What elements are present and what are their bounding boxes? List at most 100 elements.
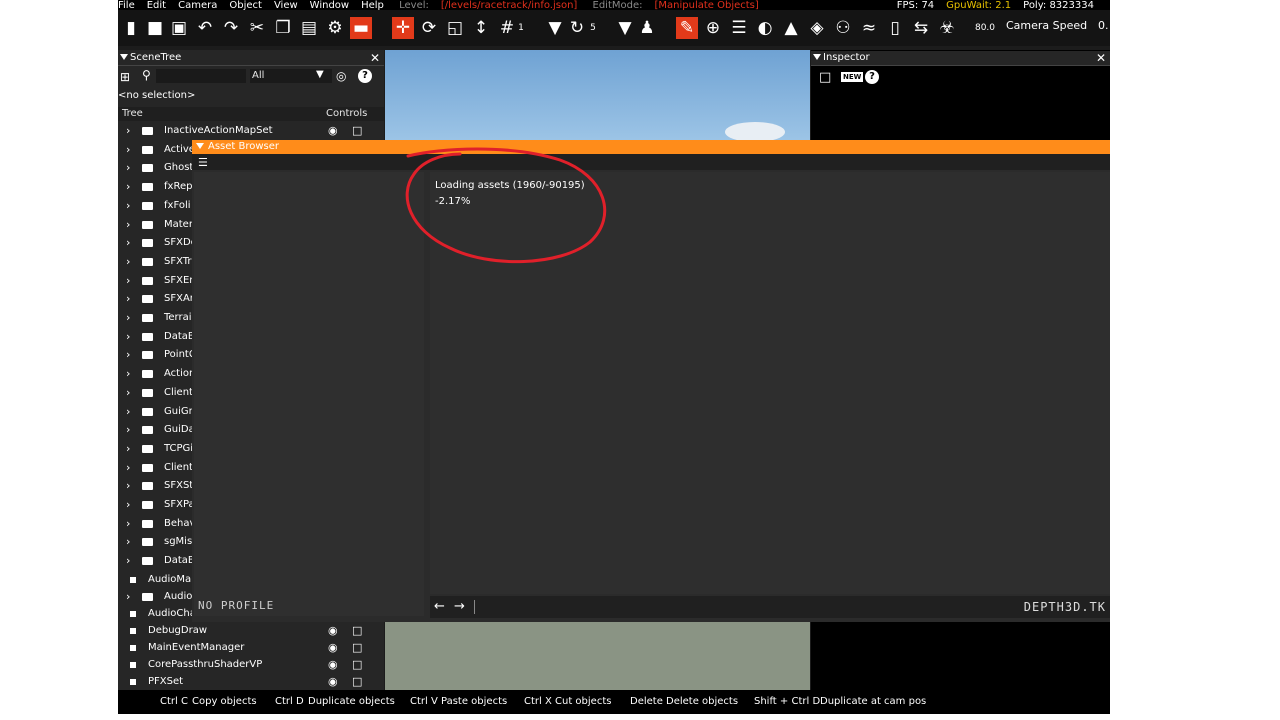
- rotate-gizmo-icon[interactable]: ⟳: [418, 17, 440, 39]
- menu-view[interactable]: View: [274, 1, 298, 11]
- tree-leaf-row[interactable]: PFXSet ◉ □: [118, 673, 384, 691]
- paste-icon[interactable]: ▤: [298, 17, 320, 39]
- chevron-right-icon[interactable]: ›: [126, 216, 130, 234]
- lock-icon[interactable]: □: [819, 70, 831, 85]
- menu-camera[interactable]: Camera: [178, 1, 217, 11]
- cut-icon[interactable]: ✂: [246, 17, 268, 39]
- chevron-right-icon[interactable]: ›: [126, 253, 130, 271]
- collapse-icon[interactable]: [196, 143, 204, 149]
- chevron-right-icon[interactable]: ›: [126, 159, 130, 177]
- translate-gizmo-icon[interactable]: ✛: [392, 17, 414, 39]
- road-editor-icon[interactable]: ☰: [728, 17, 750, 39]
- add-object-icon[interactable]: ⊕: [702, 17, 724, 39]
- filter-dropdown-icon[interactable]: ▼: [316, 69, 324, 80]
- back-arrow-icon[interactable]: ←: [434, 599, 445, 614]
- tree-toggle-icon[interactable]: ☰: [198, 156, 208, 169]
- chevron-right-icon[interactable]: ›: [126, 178, 130, 196]
- new-file-icon[interactable]: ▮: [120, 17, 142, 39]
- sculpt-icon[interactable]: ☣: [936, 17, 958, 39]
- ai-icon[interactable]: ⚇: [832, 17, 854, 39]
- world-local-toggle-icon[interactable]: ↕: [470, 17, 492, 39]
- open-folder-icon[interactable]: ■: [144, 17, 166, 39]
- lock-icon[interactable]: □: [352, 673, 362, 691]
- help-icon[interactable]: ?: [358, 69, 372, 83]
- asset-folder-tree[interactable]: NO PROFILE: [194, 172, 424, 616]
- copy-icon[interactable]: ❐: [272, 17, 294, 39]
- chevron-right-icon[interactable]: ›: [126, 234, 130, 252]
- grid-dropdown-icon[interactable]: ▼: [544, 17, 566, 39]
- chevron-right-icon[interactable]: ›: [126, 421, 130, 439]
- visibility-eye-icon[interactable]: ◉: [328, 122, 338, 140]
- close-icon[interactable]: ✕: [1096, 51, 1106, 65]
- chevron-right-icon[interactable]: ›: [126, 346, 130, 364]
- river-icon[interactable]: ≈: [858, 17, 880, 39]
- chevron-right-icon[interactable]: ›: [126, 272, 130, 290]
- road-mesh-icon[interactable]: ▯: [884, 17, 906, 39]
- rotate-snap-icon[interactable]: ↻: [566, 17, 588, 39]
- chevron-right-icon[interactable]: ›: [126, 309, 130, 327]
- chevron-right-icon[interactable]: ›: [126, 197, 130, 215]
- chevron-right-icon[interactable]: ›: [126, 552, 130, 570]
- add-group-icon[interactable]: ⊞: [120, 70, 130, 84]
- tree-leaf-row[interactable]: CorePassthruShaderVP ◉ □: [118, 656, 384, 674]
- tree-leaf-row[interactable]: MainEventManager ◉ □: [118, 639, 384, 657]
- chevron-right-icon[interactable]: ›: [126, 588, 130, 606]
- broadcast-icon[interactable]: ◎: [336, 69, 346, 83]
- tree-folder-row[interactable]: › InactiveActionMapSet ◉ □: [118, 122, 384, 140]
- chevron-right-icon[interactable]: ›: [126, 290, 130, 308]
- chevron-right-icon[interactable]: ›: [126, 365, 130, 383]
- chevron-right-icon[interactable]: ›: [126, 122, 130, 140]
- chevron-right-icon[interactable]: ›: [126, 459, 130, 477]
- menu-help[interactable]: Help: [361, 1, 384, 11]
- undo-icon[interactable]: ↶: [194, 17, 216, 39]
- help-icon[interactable]: ?: [865, 70, 879, 84]
- search-input[interactable]: [156, 69, 246, 83]
- redo-icon[interactable]: ↷: [220, 17, 242, 39]
- menu-object[interactable]: Object: [229, 1, 262, 11]
- lock-icon[interactable]: □: [352, 622, 362, 640]
- chevron-right-icon[interactable]: ›: [126, 384, 130, 402]
- decal-icon[interactable]: ◐: [754, 17, 776, 39]
- visibility-eye-icon[interactable]: ◉: [328, 639, 338, 657]
- vehicle-icon[interactable]: ▬: [350, 17, 372, 39]
- tree-leaf-row[interactable]: DebugDraw ◉ □: [118, 622, 384, 640]
- camera-speed-value[interactable]: 80.0: [970, 17, 1000, 39]
- new-icon[interactable]: NEW: [841, 72, 864, 82]
- chevron-right-icon[interactable]: ›: [126, 141, 130, 159]
- asset-browser-title-bar[interactable]: Asset Browser: [192, 140, 1110, 154]
- chevron-right-icon[interactable]: ›: [126, 533, 130, 551]
- navigation-icon[interactable]: ⇆: [910, 17, 932, 39]
- save-icon[interactable]: ▣: [168, 17, 190, 39]
- terrain-snap-icon[interactable]: ♟: [636, 17, 658, 39]
- forest-icon[interactable]: ▲: [780, 17, 802, 39]
- visibility-eye-icon[interactable]: ◉: [328, 622, 338, 640]
- menu-edit[interactable]: Edit: [147, 1, 166, 11]
- grid-size-value[interactable]: 1: [514, 17, 528, 39]
- chevron-right-icon[interactable]: ›: [126, 515, 130, 533]
- chevron-right-icon[interactable]: ›: [126, 496, 130, 514]
- chevron-right-icon[interactable]: ›: [126, 403, 130, 421]
- scene-tree-title-bar[interactable]: SceneTree ✕: [118, 51, 384, 66]
- chevron-right-icon[interactable]: ›: [126, 328, 130, 346]
- pencil-edit-icon[interactable]: ✎: [676, 17, 698, 39]
- chevron-right-icon[interactable]: ›: [126, 440, 130, 458]
- menu-window[interactable]: Window: [310, 1, 349, 11]
- visibility-eye-icon[interactable]: ◉: [328, 656, 338, 674]
- search-icon[interactable]: ⚲: [142, 68, 151, 82]
- settings-gear-icon[interactable]: ⚙: [324, 17, 346, 39]
- lock-icon[interactable]: □: [352, 656, 362, 674]
- scale-gizmo-icon[interactable]: ◱: [444, 17, 466, 39]
- chevron-right-icon[interactable]: ›: [126, 477, 130, 495]
- lock-icon[interactable]: □: [352, 639, 362, 657]
- lock-icon[interactable]: □: [352, 122, 362, 140]
- menu-file[interactable]: File: [118, 1, 135, 11]
- collapse-icon[interactable]: [120, 54, 128, 60]
- collapse-icon[interactable]: [813, 54, 821, 60]
- rotate-dropdown-icon[interactable]: ▼: [614, 17, 636, 39]
- visibility-eye-icon[interactable]: ◉: [328, 673, 338, 691]
- close-icon[interactable]: ✕: [370, 51, 380, 65]
- forward-arrow-icon[interactable]: →: [454, 599, 465, 614]
- inspector-title-bar[interactable]: Inspector ✕: [811, 51, 1110, 66]
- rotate-step-value[interactable]: 5: [586, 17, 600, 39]
- mesh-icon[interactable]: ◈: [806, 17, 828, 39]
